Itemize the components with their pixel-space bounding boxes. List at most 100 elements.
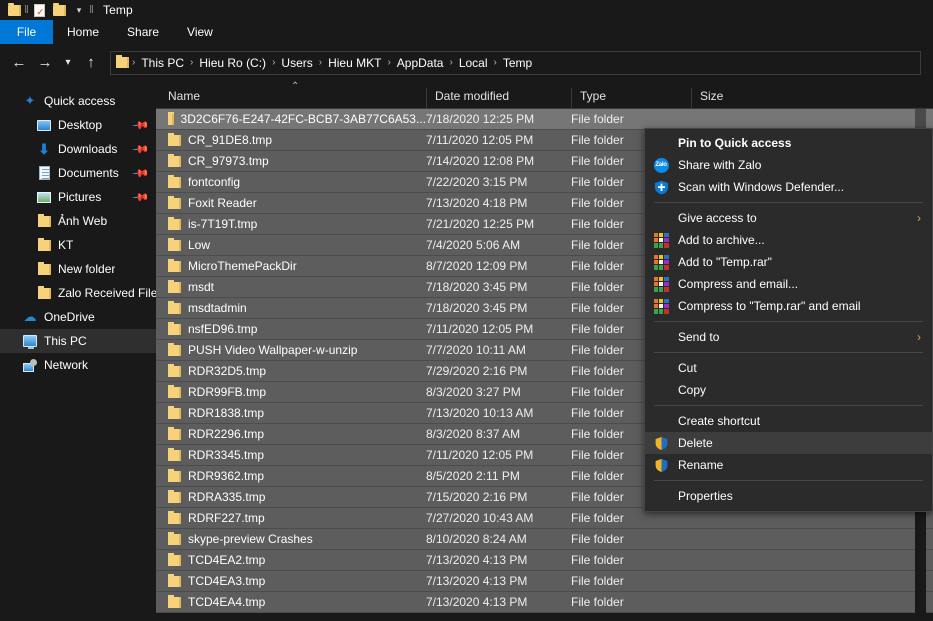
file-name-cell[interactable]: msdtadmin <box>156 301 426 315</box>
menu-item-give-access-to[interactable]: Give access to › <box>645 207 932 229</box>
breadcrumb-item-local[interactable]: Local <box>454 56 493 70</box>
menu-item-compress-and-email[interactable]: Compress and email... <box>645 273 932 295</box>
sidebar-item-label: Zalo Received Files <box>58 286 156 300</box>
file-name-cell[interactable]: is-7T19T.tmp <box>156 217 426 231</box>
menu-item-pin-to-quick-access[interactable]: Pin to Quick access <box>645 132 932 154</box>
file-date-cell: 7/13/2020 4:18 PM <box>426 196 528 210</box>
menu-item-add-to-archive[interactable]: Add to archive... <box>645 229 932 251</box>
sidebar-item-kt[interactable]: KT <box>0 233 156 257</box>
table-row[interactable]: skype-preview Crashes 8/10/2020 8:24 AM Fi… <box>156 529 933 550</box>
tab-home[interactable]: Home <box>53 20 113 44</box>
up-arrow-icon[interactable]: ↑ <box>78 50 104 76</box>
table-row[interactable]: TCD4EA3.tmp 7/13/2020 4:13 PM File folder <box>156 571 933 592</box>
chevron-down-icon[interactable]: ▾ <box>58 50 78 76</box>
file-name-cell[interactable]: CR_97973.tmp <box>156 154 426 168</box>
menu-item-cut[interactable]: Cut <box>645 357 932 379</box>
file-name-cell[interactable]: RDR32D5.tmp <box>156 364 426 378</box>
breadcrumb-item-hieu-mkt[interactable]: Hieu MKT <box>323 56 386 70</box>
sidebar-item-nh-web[interactable]: Ảnh Web <box>0 209 156 233</box>
file-name-cell[interactable]: RDR9362.tmp <box>156 469 426 483</box>
menu-item-share-with-zalo[interactable]: Zalo Share with Zalo <box>645 154 932 176</box>
breadcrumb-item-hieu-ro-c[interactable]: Hieu Ro (C:) <box>194 56 271 70</box>
menu-item-scan-with-windows-defender[interactable]: Scan with Windows Defender... <box>645 176 932 198</box>
sidebar-item-new-folder[interactable]: New folder <box>0 257 156 281</box>
file-name-cell[interactable]: RDR99FB.tmp <box>156 385 426 399</box>
file-name-cell[interactable]: nsfED96.tmp <box>156 322 426 336</box>
table-row[interactable]: 3D2C6F76-E247-42FC-BCB7-3AB77C6A53... 7/1… <box>156 109 933 130</box>
menu-item-copy[interactable]: Copy <box>645 379 932 401</box>
tab-share[interactable]: Share <box>113 20 173 44</box>
menu-item-properties[interactable]: Properties <box>645 485 932 507</box>
file-name-cell[interactable]: RDR1838.tmp <box>156 406 426 420</box>
breadcrumb-item-appdata[interactable]: AppData <box>392 56 449 70</box>
file-name-cell[interactable]: TCD4EA2.tmp <box>156 553 426 567</box>
menu-item-add-to-temp-rar[interactable]: Add to "Temp.rar" <box>645 251 932 273</box>
sidebar-item-zalo-received-files[interactable]: Zalo Received Files <box>0 281 156 305</box>
folder-icon <box>168 175 181 188</box>
sidebar-item-network[interactable]: Network <box>0 353 156 377</box>
column-header-date-modified[interactable]: Date modified <box>426 88 571 108</box>
menu-item-delete[interactable]: Delete <box>645 432 932 454</box>
tab-file[interactable]: File <box>0 20 53 44</box>
file-date-cell: 7/29/2020 2:16 PM <box>426 364 528 378</box>
folder-icon <box>168 553 181 566</box>
file-name-cell[interactable]: Foxit Reader <box>156 196 426 210</box>
back-arrow-icon[interactable]: ← <box>6 50 32 76</box>
menu-item-compress-to-temp-rar-and-email[interactable]: Compress to "Temp.rar" and email <box>645 295 932 317</box>
menu-item-rename[interactable]: Rename <box>645 454 932 476</box>
sidebar-item-onedrive[interactable]: ☁ OneDrive <box>0 305 156 329</box>
sidebar-item-downloads[interactable]: ⬇ Downloads 📌 <box>0 137 156 161</box>
onedrive-icon: ☁ <box>23 309 37 324</box>
file-name-cell[interactable]: MicroThemePackDir <box>156 259 426 273</box>
sidebar-item-documents[interactable]: Documents 📌 <box>0 161 156 185</box>
file-date-cell: 7/18/2020 3:45 PM <box>426 280 528 294</box>
file-name-cell[interactable]: 3D2C6F76-E247-42FC-BCB7-3AB77C6A53... <box>156 112 426 126</box>
file-name-cell[interactable]: RDRF227.tmp <box>156 511 426 525</box>
table-row[interactable]: TCD4EA2.tmp 7/13/2020 4:13 PM File folder <box>156 550 933 571</box>
column-header-size[interactable]: Size <box>691 88 771 108</box>
sidebar-item-quick-access[interactable]: ✦ Quick access <box>0 89 156 113</box>
table-row[interactable]: TCD4EA4.tmp 7/13/2020 4:13 PM File folder <box>156 592 933 613</box>
folder-icon <box>168 469 181 482</box>
menu-item-label: Pin to Quick access <box>678 136 792 150</box>
file-name-cell[interactable]: msdt <box>156 280 426 294</box>
sidebar-item-label: Quick access <box>44 94 116 108</box>
breadcrumb-item-this-pc[interactable]: This PC <box>136 56 189 70</box>
tab-view[interactable]: View <box>173 20 227 44</box>
sidebar-item-this-pc[interactable]: This PC <box>0 329 156 353</box>
menu-item-create-shortcut[interactable]: Create shortcut <box>645 410 932 432</box>
file-name-cell[interactable]: CR_91DE8.tmp <box>156 133 426 147</box>
menu-item-send-to[interactable]: Send to › <box>645 326 932 348</box>
breadcrumb[interactable]: › This PC › Hieu Ro (C:) › Users › Hieu … <box>110 50 921 75</box>
folder-icon <box>168 112 174 125</box>
file-name-label: RDRF227.tmp <box>188 511 265 525</box>
file-name-cell[interactable]: Low <box>156 238 426 252</box>
chevron-down-icon[interactable]: ▾ <box>69 0 89 20</box>
sidebar-item-desktop[interactable]: Desktop 📌 <box>0 113 156 137</box>
breadcrumb-item-temp[interactable]: Temp <box>498 56 537 70</box>
forward-arrow-icon[interactable]: → <box>32 50 58 76</box>
file-date-cell: 8/3/2020 3:27 PM <box>426 385 521 399</box>
file-name-cell[interactable]: TCD4EA3.tmp <box>156 574 426 588</box>
sidebar-item-pictures[interactable]: Pictures 📌 <box>0 185 156 209</box>
file-date-cell: 7/18/2020 12:25 PM <box>426 112 535 126</box>
file-name-cell[interactable]: RDR2296.tmp <box>156 427 426 441</box>
file-name-cell[interactable]: TCD4EA4.tmp <box>156 595 426 609</box>
file-name-cell[interactable]: fontconfig <box>156 175 426 189</box>
file-name-cell[interactable]: skype-preview Crashes <box>156 532 426 546</box>
pin-icon[interactable]: 📌 <box>132 188 151 206</box>
new-folder-icon[interactable] <box>49 0 69 20</box>
breadcrumb-item-users[interactable]: Users <box>276 56 317 70</box>
file-date-cell: 7/7/2020 10:11 AM <box>426 343 526 357</box>
file-name-label: RDR1838.tmp <box>188 406 265 420</box>
file-name-cell[interactable]: RDRA335.tmp <box>156 490 426 504</box>
column-header-type[interactable]: Type <box>571 88 691 108</box>
pin-icon[interactable]: 📌 <box>132 164 151 182</box>
downloads-icon: ⬇ <box>38 141 50 157</box>
pin-icon[interactable]: 📌 <box>132 140 151 158</box>
file-name-cell[interactable]: RDR3345.tmp <box>156 448 426 462</box>
properties-icon[interactable]: ✓ <box>29 0 49 20</box>
file-name-cell[interactable]: PUSH Video Wallpaper-w-unzip <box>156 343 426 357</box>
pin-icon[interactable]: 📌 <box>132 116 151 134</box>
menu-icon-placeholder <box>653 210 669 226</box>
